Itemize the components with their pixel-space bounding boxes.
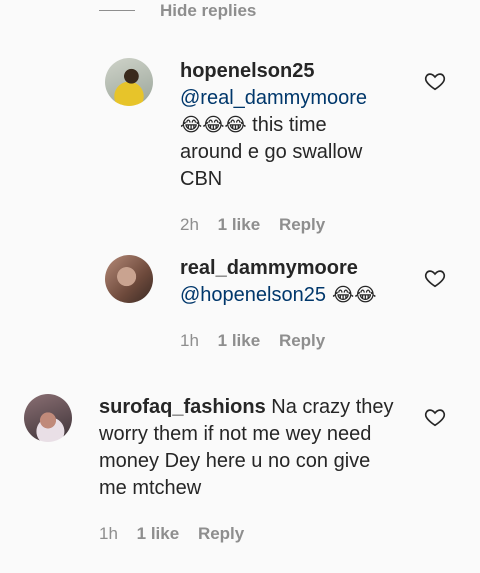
comment-text: surofaq_fashions Na crazy they worry the… bbox=[99, 394, 409, 502]
comment-username[interactable]: hopenelson25 bbox=[180, 58, 410, 85]
comment-mention[interactable]: @real_dammymoore bbox=[180, 87, 367, 109]
comment-text: hopenelson25 @real_dammymoore 😂😂😂 this t… bbox=[180, 58, 410, 193]
comment-line: around e go swallow bbox=[180, 141, 363, 163]
emoji-laughing: 😂😂😂 bbox=[180, 114, 247, 136]
comment-line: me mtchew bbox=[99, 477, 202, 499]
comment-time: 1h bbox=[180, 331, 199, 350]
comment-meta: 1h 1 like Reply bbox=[180, 331, 339, 351]
avatar[interactable] bbox=[24, 394, 72, 442]
comment-meta: 2h 1 like Reply bbox=[180, 215, 339, 235]
comment-line: CBN bbox=[180, 168, 223, 190]
comment-likes[interactable]: 1 like bbox=[218, 215, 261, 235]
comment-meta: 1h 1 like Reply bbox=[99, 524, 258, 544]
comment-line: this time bbox=[246, 114, 327, 136]
comment-line: Na crazy they bbox=[265, 396, 394, 418]
comment-username[interactable]: surofaq_fashions bbox=[99, 396, 266, 418]
avatar[interactable] bbox=[105, 255, 153, 303]
comment-text: real_dammymoore @hopenelson25 😂😂 bbox=[180, 255, 410, 309]
comment-line: money Dey here u no con give bbox=[99, 450, 371, 472]
comment-likes[interactable]: 1 like bbox=[218, 331, 261, 351]
comment-username[interactable]: real_dammymoore bbox=[180, 255, 410, 282]
hide-replies-divider bbox=[99, 10, 135, 11]
comment-time: 2h bbox=[180, 215, 199, 234]
avatar[interactable] bbox=[105, 58, 153, 106]
heart-outline-icon[interactable] bbox=[424, 267, 446, 289]
reply-button[interactable]: Reply bbox=[279, 331, 325, 351]
reply-button[interactable]: Reply bbox=[279, 215, 325, 235]
emoji-laughing: 😂😂 bbox=[325, 284, 377, 306]
heart-outline-icon[interactable] bbox=[424, 406, 446, 428]
comment-time: 1h bbox=[99, 524, 118, 543]
reply-button[interactable]: Reply bbox=[198, 524, 244, 544]
comment-mention[interactable]: @hopenelson25 bbox=[180, 284, 326, 306]
hide-replies-button[interactable]: Hide replies bbox=[160, 1, 256, 21]
heart-outline-icon[interactable] bbox=[424, 70, 446, 92]
comment-likes[interactable]: 1 like bbox=[137, 524, 180, 544]
comment-line: worry them if not me wey need bbox=[99, 423, 372, 445]
